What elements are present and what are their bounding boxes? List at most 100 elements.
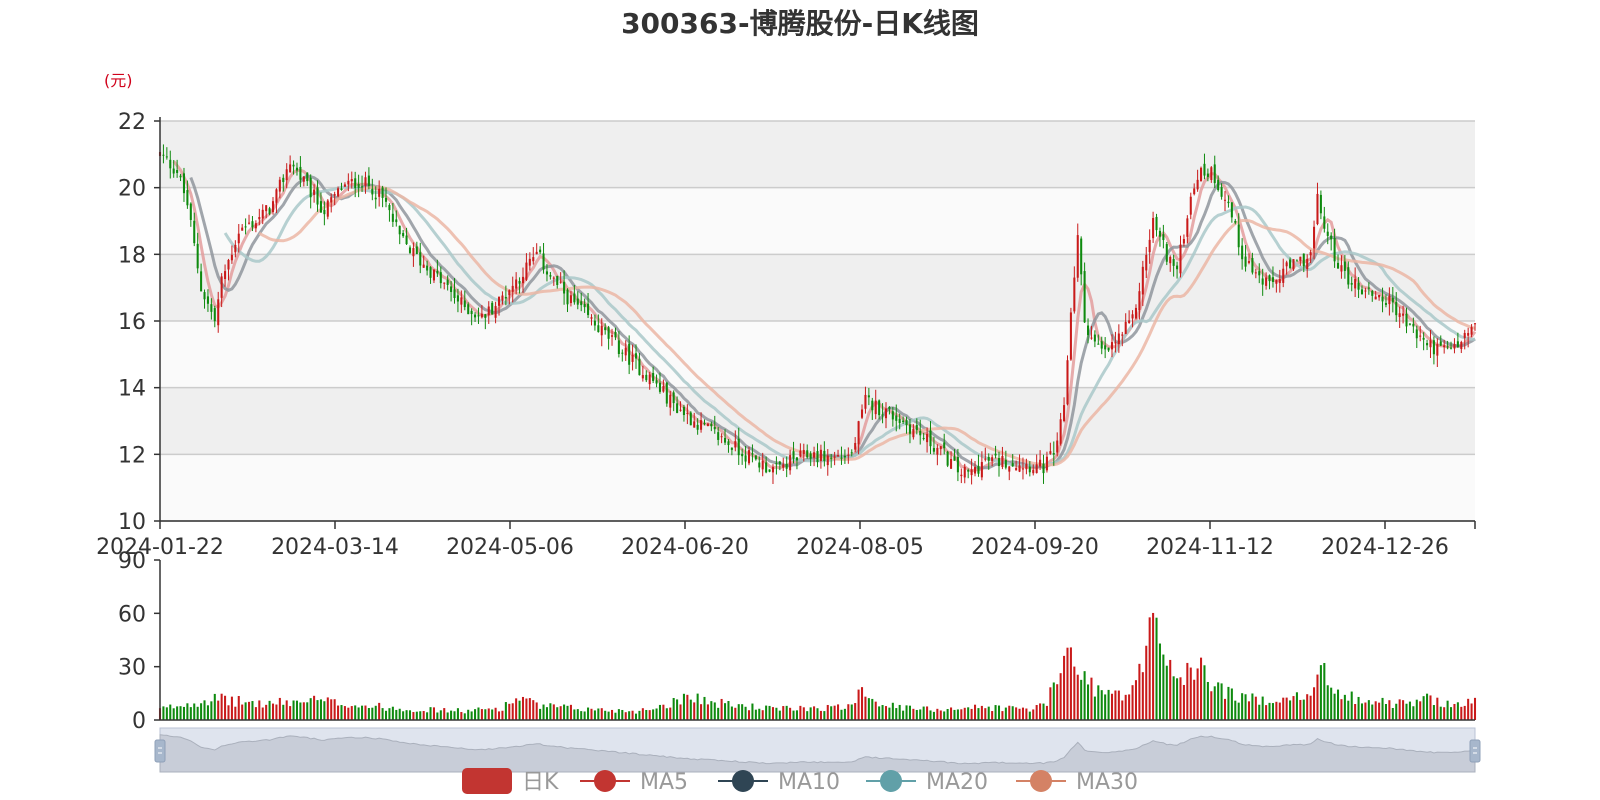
candle-body — [1066, 360, 1069, 405]
volume-bar — [813, 706, 816, 720]
legend-item-ma10[interactable]: MA10 — [718, 770, 840, 795]
candle-body — [1456, 341, 1459, 347]
candle-body — [1453, 344, 1456, 349]
volume-bar — [388, 708, 391, 720]
candle-body — [1155, 216, 1158, 231]
candle-body — [1388, 295, 1391, 305]
candle-body — [960, 474, 963, 477]
volume-bar — [1104, 694, 1107, 720]
candle-body — [621, 352, 624, 354]
candle-body — [1131, 314, 1134, 319]
volume-bar — [384, 710, 388, 720]
volume-bar — [1443, 707, 1446, 720]
volume-bar — [1402, 700, 1405, 720]
volume-bar — [611, 709, 614, 720]
volume-bar — [1152, 612, 1155, 720]
volume-bar — [487, 708, 490, 720]
volume-bar — [1330, 687, 1333, 720]
volume-bar — [206, 705, 209, 720]
candle-body — [429, 267, 432, 278]
volume-bar — [580, 711, 583, 720]
candle-body — [970, 469, 973, 476]
volume-bar — [230, 696, 233, 720]
candle-body — [717, 432, 720, 440]
candle-body — [545, 271, 548, 275]
slider-left-handle[interactable] — [154, 739, 166, 763]
candle-body — [1169, 256, 1172, 264]
candle-body — [895, 415, 898, 421]
volume-bar — [994, 705, 997, 720]
candle-body — [189, 203, 192, 220]
volume-bar — [741, 704, 744, 720]
candle-body — [333, 194, 336, 196]
volume-bar — [1172, 676, 1175, 720]
candle-body — [912, 428, 915, 438]
volume-bar — [1268, 702, 1271, 720]
candle-body — [467, 304, 470, 315]
candle-body — [422, 264, 425, 268]
candle-body — [1473, 323, 1477, 325]
volume-bar — [970, 708, 973, 720]
candle-body — [950, 458, 953, 469]
candle-body — [521, 276, 525, 284]
date-tick-label: 2024-06-20 — [621, 535, 749, 560]
volume-bar — [1426, 693, 1429, 720]
candle-body — [1220, 186, 1223, 197]
candle-body — [1354, 278, 1357, 289]
candle-body — [1182, 239, 1185, 244]
legend-item-ma20[interactable]: MA20 — [866, 770, 988, 795]
price-tick-label: 14 — [118, 377, 146, 402]
candle-body — [785, 463, 788, 469]
candle-body — [1015, 467, 1018, 471]
candle-body — [532, 257, 535, 262]
zoom-slider[interactable] — [154, 727, 1481, 773]
candle-body — [806, 450, 809, 458]
volume-bar — [446, 712, 449, 720]
candle-body — [1100, 341, 1103, 349]
candle-body — [1295, 260, 1298, 262]
slider-handle-grip[interactable] — [1469, 739, 1481, 763]
candle-body — [967, 470, 970, 472]
candle-body — [1076, 235, 1079, 278]
volume-bar — [566, 705, 569, 720]
volume-bar — [867, 698, 870, 720]
legend-item-日k[interactable]: 日K — [462, 768, 559, 795]
slider-handle-grip[interactable] — [154, 739, 166, 763]
volume-bar — [915, 709, 918, 720]
candle-body — [833, 456, 836, 458]
candle-body — [511, 285, 514, 292]
candle-body — [857, 421, 860, 445]
volume-bar — [415, 711, 418, 720]
volume-bar — [213, 693, 216, 720]
candle-body — [864, 394, 867, 409]
volume-bar — [638, 710, 641, 720]
volume-bar — [1319, 665, 1322, 720]
volume-bar — [1049, 687, 1052, 720]
candle-body — [302, 176, 305, 182]
candle-body — [1162, 234, 1165, 241]
candle-body — [470, 310, 473, 315]
volume-bar — [395, 709, 398, 720]
volume-bar — [532, 700, 535, 720]
candle-body — [203, 292, 206, 300]
legend-item-ma5[interactable]: MA5 — [580, 770, 688, 795]
candle-body — [419, 252, 422, 266]
candle-body — [463, 300, 466, 308]
volume-bar — [1381, 697, 1384, 720]
volume-bar — [977, 708, 980, 720]
candle-body — [1083, 271, 1086, 323]
volume-bar — [443, 708, 446, 720]
candle-body — [330, 197, 333, 203]
volume-bar — [1097, 685, 1100, 720]
volume-bar — [1056, 684, 1059, 720]
legend-item-ma30[interactable]: MA30 — [1016, 770, 1138, 795]
slider-right-handle[interactable] — [1469, 739, 1481, 763]
volume-bar — [919, 709, 922, 720]
volume-bar — [1316, 674, 1319, 720]
volume-bar — [734, 707, 737, 720]
candle-body — [645, 374, 648, 381]
candle-body — [973, 467, 977, 474]
volume-bar — [768, 705, 771, 720]
candle-body — [169, 159, 172, 169]
candle-body — [1028, 466, 1031, 473]
